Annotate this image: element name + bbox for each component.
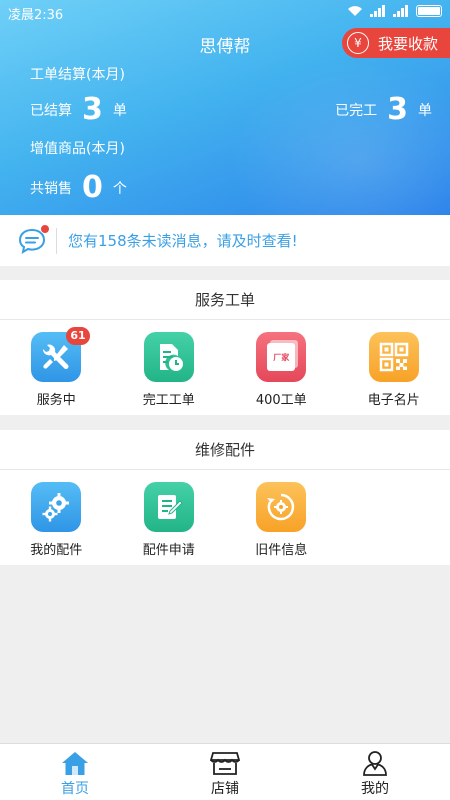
- in-service-label: 服务中: [36, 393, 76, 408]
- unread-notice-bar[interactable]: 您有158条未读消息，请及时查看!: [0, 215, 450, 266]
- status-bar: 凌晨2:36: [0, 0, 450, 24]
- signal-icon: [370, 5, 386, 17]
- factory-card: 厂家: [267, 343, 296, 371]
- sold-unit: 个: [112, 180, 127, 197]
- parts-apply-label: 配件申请: [142, 543, 195, 558]
- service-item-completed-orders[interactable]: 完工工单: [113, 320, 226, 415]
- business-card-label: 电子名片: [367, 393, 420, 408]
- settled-stat[interactable]: 已结算 3 单: [30, 92, 127, 127]
- notice-text: 您有158条未读消息，请及时查看!: [68, 232, 298, 250]
- sold-stat[interactable]: 共销售 0 个: [30, 170, 127, 205]
- yuan-icon: ¥: [347, 32, 369, 54]
- message-icon: [17, 223, 50, 256]
- factory-card-text: 厂家: [273, 352, 290, 362]
- qr-code-icon: [368, 332, 419, 382]
- service-section-title: 服务工单: [0, 280, 450, 320]
- tab-mine[interactable]: 我的: [300, 744, 450, 800]
- settled-label: 已结算: [30, 102, 72, 119]
- tab-store[interactable]: 店铺: [150, 744, 300, 800]
- completed-orders-label: 完工工单: [142, 393, 195, 408]
- document-clock-icon: [143, 332, 194, 382]
- parts-item-my-parts[interactable]: 我的配件: [0, 470, 113, 565]
- settled-unit: 单: [112, 102, 127, 119]
- tab-store-label: 店铺: [211, 781, 239, 797]
- status-time: 凌晨2:36: [8, 8, 64, 23]
- factory-order-icon: 厂家: [256, 332, 307, 382]
- tab-home[interactable]: 首页: [0, 744, 150, 800]
- parts-section-title: 维修配件: [0, 430, 450, 470]
- form-edit-icon: [143, 482, 194, 532]
- old-parts-label: 旧件信息: [255, 543, 308, 558]
- status-icons: [347, 5, 442, 17]
- collect-payment-label: 我要收款: [378, 34, 439, 53]
- tab-mine-label: 我的: [361, 781, 389, 797]
- gears-icon: [31, 482, 82, 532]
- recycle-gear-icon: [256, 482, 307, 532]
- header-glow: [230, 60, 450, 215]
- 400-orders-label: 400工单: [255, 393, 307, 408]
- service-item-in-service[interactable]: 61 服务中: [0, 320, 113, 415]
- workorder-settlement-label: 工单结算(本月): [30, 67, 125, 83]
- parts-item-old-parts[interactable]: 旧件信息: [225, 470, 338, 565]
- completed-value: 3: [387, 92, 408, 127]
- sold-label: 共销售: [30, 180, 72, 197]
- completed-unit: 单: [418, 102, 432, 119]
- tab-home-label: 首页: [61, 781, 89, 797]
- in-service-badge: 61: [66, 327, 90, 345]
- battery-icon: [416, 5, 442, 17]
- completed-label: 已完工: [335, 102, 378, 119]
- bottom-tab-bar: 首页 店铺 我的: [0, 743, 450, 800]
- unread-dot: [40, 223, 50, 234]
- parts-item-apply[interactable]: 配件申请: [113, 470, 226, 565]
- home-icon: [62, 752, 88, 775]
- person-icon: [363, 751, 387, 776]
- completed-stat[interactable]: 已完工 3 单: [335, 92, 432, 127]
- repair-parts-section: 维修配件 我的配件 配件申请 旧件信息: [0, 430, 450, 565]
- service-grid: 61 服务中 完工工单 厂家 400工单 电子名片: [0, 320, 450, 415]
- value-added-label: 增值商品(本月): [30, 141, 125, 157]
- store-icon: [210, 752, 240, 775]
- signal-icon-2: [393, 5, 409, 17]
- notice-divider: [56, 227, 57, 254]
- collect-payment-button[interactable]: ¥ 我要收款: [342, 28, 450, 58]
- parts-grid: 我的配件 配件申请 旧件信息: [0, 470, 450, 565]
- service-item-400-orders[interactable]: 厂家 400工单: [225, 320, 338, 415]
- wifi-icon: [348, 6, 362, 16]
- service-orders-section: 服务工单 61 服务中 完工工单 厂家 400工单 电子名片: [0, 280, 450, 415]
- header: 凌晨2:36 思傅帮 ¥ 我要收款 工单结算(本月) 已结算 3 单 已完工 3…: [0, 0, 450, 215]
- sold-value: 0: [82, 170, 103, 205]
- service-item-business-card[interactable]: 电子名片: [338, 320, 450, 415]
- my-parts-label: 我的配件: [30, 543, 83, 558]
- settled-value: 3: [82, 92, 103, 127]
